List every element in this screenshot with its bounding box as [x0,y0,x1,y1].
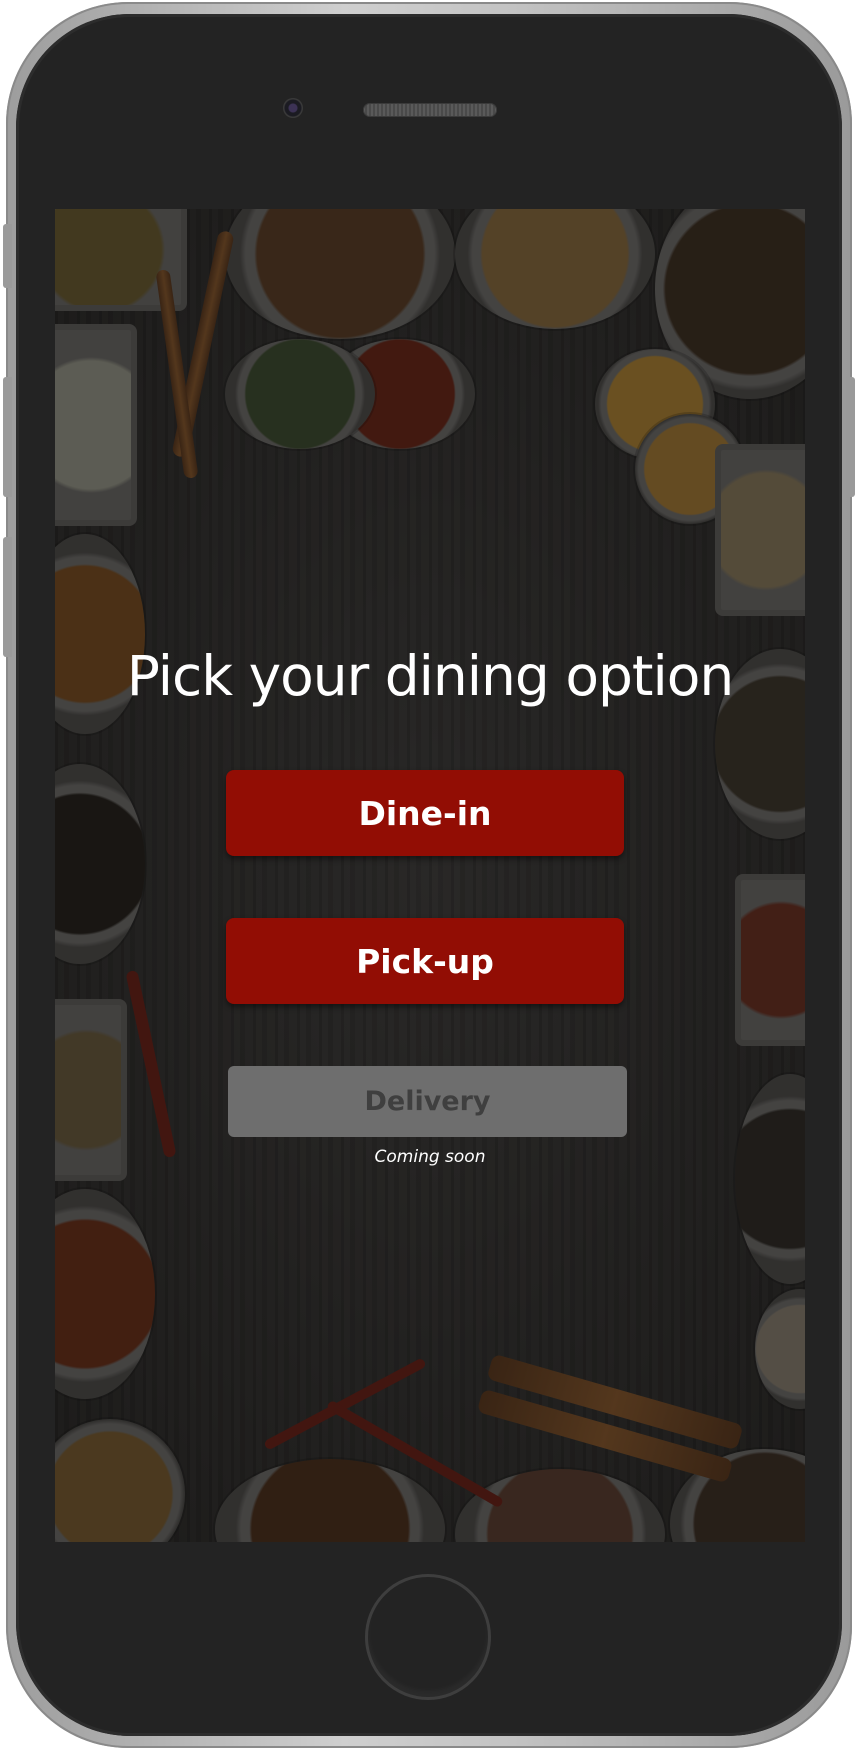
dark-overlay [55,209,805,1542]
delivery-button-disabled: Delivery [228,1066,627,1137]
delivery-coming-soon-label: Coming soon [374,1147,486,1167]
dine-in-button[interactable]: Dine-in [226,770,624,856]
app-screen: Pick your dining option Dine-in Pick-up … [55,209,805,1542]
page-title: Pick your dining option [126,644,734,708]
power-button [846,377,855,497]
mute-switch [3,224,12,288]
volume-down-button [3,537,12,657]
home-button[interactable] [365,1574,491,1700]
pick-up-button[interactable]: Pick-up [226,918,624,1004]
volume-up-button [3,377,12,497]
earpiece-speaker [363,103,497,117]
front-camera [283,98,303,118]
